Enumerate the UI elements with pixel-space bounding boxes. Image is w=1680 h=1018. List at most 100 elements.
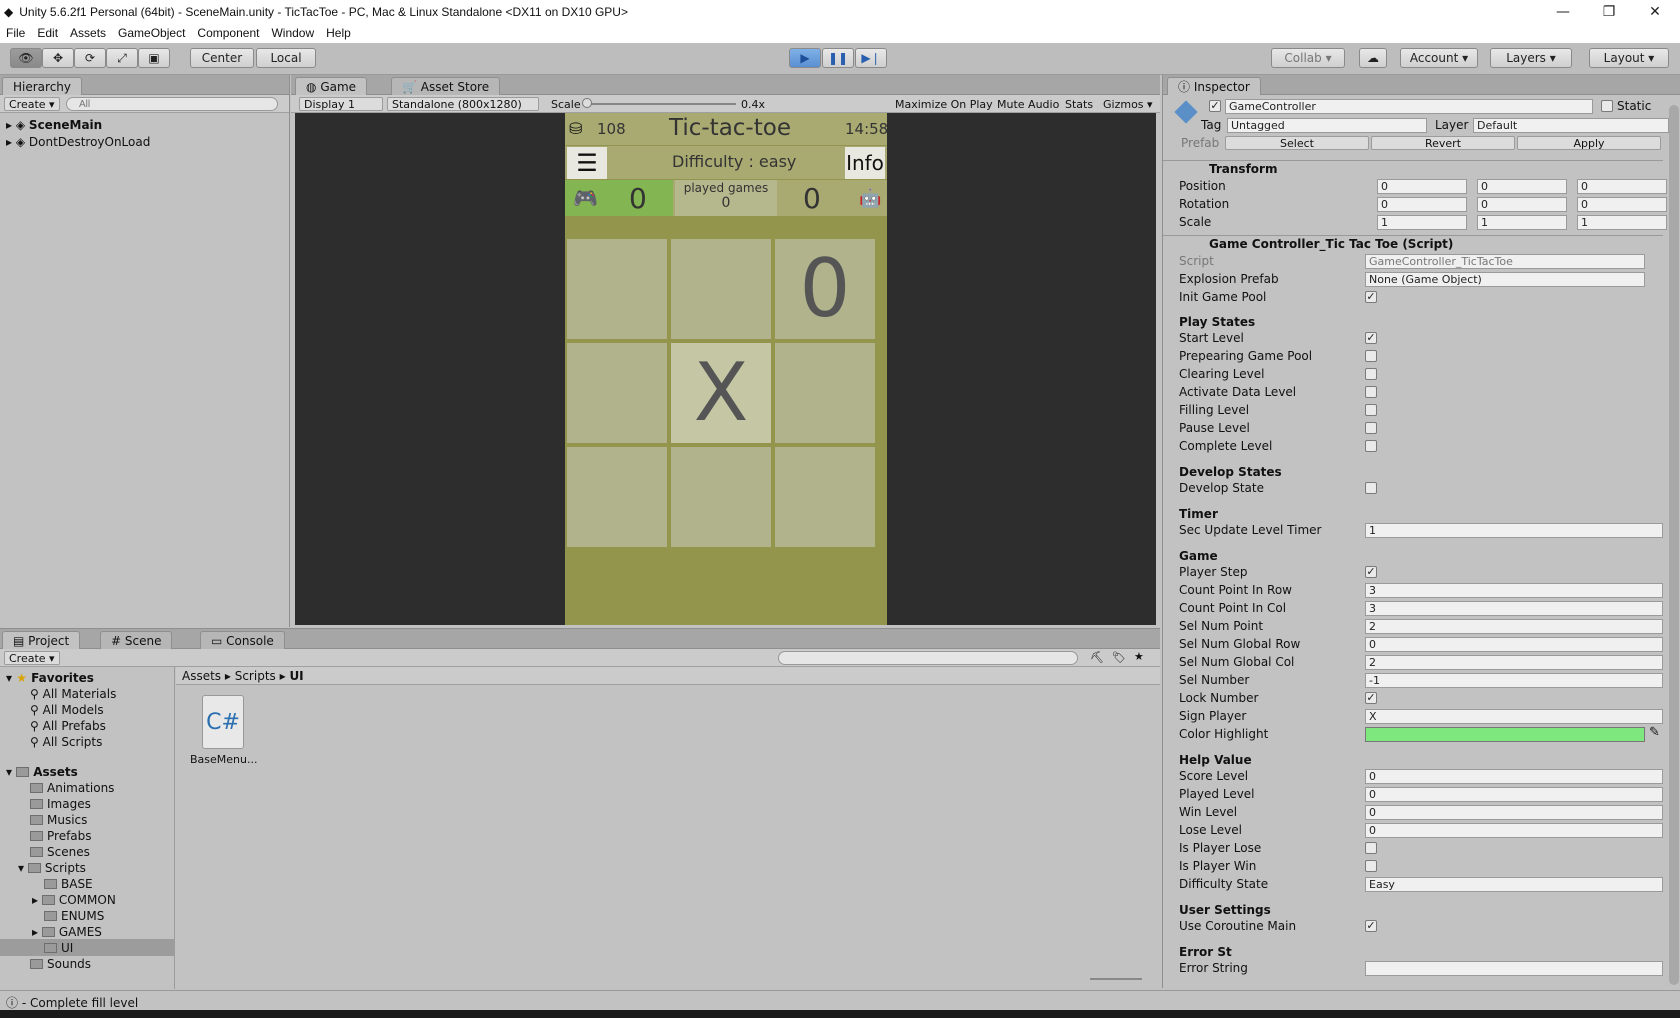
rotation-x-field[interactable]: 0 bbox=[1377, 197, 1467, 212]
collab-dropdown[interactable]: Collab ▾ bbox=[1271, 48, 1345, 68]
tab-game[interactable]: ◍ Game bbox=[295, 77, 368, 95]
board-cell[interactable] bbox=[567, 447, 667, 547]
menu-component[interactable]: Component bbox=[191, 26, 265, 40]
folder-item[interactable]: Images bbox=[30, 795, 91, 812]
board-cell[interactable] bbox=[775, 447, 875, 547]
favorite-item[interactable]: ⚲ All Prefabs bbox=[30, 717, 106, 734]
scale-x-field[interactable]: 1 bbox=[1377, 215, 1467, 230]
scale-tool-button[interactable]: ⤢ bbox=[106, 48, 138, 68]
is-player-win-checkbox[interactable] bbox=[1365, 860, 1377, 872]
play-state-checkbox[interactable] bbox=[1365, 368, 1377, 380]
board-cell[interactable] bbox=[567, 239, 667, 339]
asset-item[interactable]: C# BaseMenu... bbox=[190, 695, 257, 766]
resolution-dropdown[interactable]: Standalone (800x1280) bbox=[387, 97, 539, 111]
tab-hierarchy[interactable]: Hierarchy bbox=[2, 77, 83, 95]
folder-item[interactable]: Prefabs bbox=[30, 827, 92, 844]
scale-y-field[interactable]: 1 bbox=[1477, 215, 1567, 230]
menu-gameobject[interactable]: GameObject bbox=[112, 26, 191, 40]
layout-dropdown[interactable]: Layout ▾ bbox=[1589, 48, 1669, 68]
eyedropper-icon[interactable]: ✎ bbox=[1649, 725, 1660, 740]
sel-num-point-field[interactable]: 2 bbox=[1365, 619, 1663, 634]
error-string-field[interactable] bbox=[1365, 961, 1663, 976]
menu-button[interactable]: ☰ bbox=[567, 147, 607, 179]
folder-item[interactable]: ▾ Scripts bbox=[18, 859, 86, 876]
folder-item[interactable]: Sounds bbox=[30, 955, 91, 972]
breadcrumb-item[interactable]: Assets bbox=[182, 669, 221, 683]
develop-state-checkbox[interactable] bbox=[1365, 482, 1377, 494]
step-button[interactable]: ▶❘ bbox=[855, 48, 887, 68]
folder-item[interactable]: Scenes bbox=[30, 843, 90, 860]
sel-number-field[interactable]: -1 bbox=[1365, 673, 1663, 688]
play-button[interactable]: ▶ bbox=[789, 48, 821, 68]
cloud-button[interactable]: ☁ bbox=[1359, 48, 1387, 68]
menu-file[interactable]: File bbox=[0, 26, 31, 40]
play-state-checkbox[interactable]: ✓ bbox=[1365, 332, 1377, 344]
menu-assets[interactable]: Assets bbox=[64, 26, 112, 40]
pivot-local-button[interactable]: Local bbox=[256, 48, 316, 68]
close-button[interactable]: ✕ bbox=[1632, 0, 1678, 23]
view-tool-button[interactable]: 👁 bbox=[10, 48, 42, 68]
sel-num-global-col-field[interactable]: 2 bbox=[1365, 655, 1663, 670]
layers-dropdown[interactable]: Layers ▾ bbox=[1490, 48, 1572, 68]
pause-button[interactable]: ❚❚ bbox=[822, 48, 854, 68]
favorite-star-icon[interactable]: ★ bbox=[1134, 650, 1144, 663]
rect-tool-button[interactable]: ▣ bbox=[138, 48, 170, 68]
sign-player-field[interactable]: X bbox=[1365, 709, 1663, 724]
menu-edit[interactable]: Edit bbox=[31, 26, 64, 40]
project-search-input[interactable] bbox=[778, 651, 1078, 665]
board-cell[interactable] bbox=[671, 239, 771, 339]
static-checkbox[interactable] bbox=[1601, 100, 1613, 112]
count-point-in-row-field[interactable]: 3 bbox=[1365, 583, 1663, 598]
prefab-select-button[interactable]: Select bbox=[1225, 136, 1369, 150]
lose-level-field[interactable]: 0 bbox=[1365, 823, 1663, 838]
played-level-field[interactable]: 0 bbox=[1365, 787, 1663, 802]
filter-type-icon[interactable]: ⛏ bbox=[1090, 651, 1104, 664]
project-create-button[interactable]: Create ▾ bbox=[4, 651, 60, 665]
play-state-checkbox[interactable] bbox=[1365, 386, 1377, 398]
favorites-header[interactable]: ▾ ★ Favorites bbox=[6, 669, 94, 686]
maximize-on-play-toggle[interactable]: Maximize On Play bbox=[891, 97, 997, 111]
play-state-checkbox[interactable] bbox=[1365, 404, 1377, 416]
hierarchy-item[interactable]: ▸ ◈ DontDestroyOnLoad bbox=[6, 133, 150, 150]
play-state-checkbox[interactable] bbox=[1365, 422, 1377, 434]
mute-audio-toggle[interactable]: Mute Audio bbox=[993, 97, 1063, 111]
script-component-header[interactable]: Game Controller_Tic Tac Toe (Script) bbox=[1163, 235, 1663, 253]
gameobject-name-field[interactable]: GameController bbox=[1225, 99, 1593, 114]
position-z-field[interactable]: 0 bbox=[1577, 179, 1667, 194]
init-game-pool-checkbox[interactable]: ✓ bbox=[1365, 291, 1377, 303]
position-x-field[interactable]: 0 bbox=[1377, 179, 1467, 194]
favorite-item[interactable]: ⚲ All Materials bbox=[30, 685, 116, 702]
play-state-checkbox[interactable] bbox=[1365, 440, 1377, 452]
display-dropdown[interactable]: Display 1 bbox=[299, 97, 383, 111]
breadcrumb-item[interactable]: UI bbox=[289, 669, 303, 683]
favorite-item[interactable]: ⚲ All Models bbox=[30, 701, 104, 718]
folder-item[interactable]: ENUMS bbox=[44, 907, 104, 924]
board-cell[interactable] bbox=[567, 343, 667, 443]
explosion-prefab-field[interactable]: None (Game Object) bbox=[1365, 272, 1645, 287]
script-field[interactable]: GameController_TicTacToe bbox=[1365, 254, 1645, 269]
menu-window[interactable]: Window bbox=[265, 26, 320, 40]
rotation-z-field[interactable]: 0 bbox=[1577, 197, 1667, 212]
prefab-revert-button[interactable]: Revert bbox=[1371, 136, 1515, 150]
pivot-center-button[interactable]: Center bbox=[190, 48, 254, 68]
layer-dropdown[interactable]: Default bbox=[1473, 118, 1669, 133]
game-viewport[interactable]: ⛁ 108 Tic-tac-toe 14:58 ☰ Difficulty : e… bbox=[295, 113, 1156, 625]
color-highlight-swatch[interactable] bbox=[1365, 727, 1645, 742]
filter-label-icon[interactable]: 🏷 bbox=[1112, 651, 1126, 664]
hierarchy-create-button[interactable]: Create ▾ bbox=[4, 97, 60, 111]
timer-field[interactable]: 1 bbox=[1365, 523, 1663, 538]
rotate-tool-button[interactable]: ⟳ bbox=[74, 48, 106, 68]
position-y-field[interactable]: 0 bbox=[1477, 179, 1567, 194]
lock-number-checkbox[interactable]: ✓ bbox=[1365, 692, 1377, 704]
transform-header[interactable]: Transform bbox=[1163, 160, 1663, 178]
difficulty-state-dropdown[interactable]: Easy bbox=[1365, 877, 1663, 892]
folder-item[interactable]: Animations bbox=[30, 779, 114, 796]
count-point-in-col-field[interactable]: 3 bbox=[1365, 601, 1663, 616]
maximize-button[interactable]: ❐ bbox=[1586, 0, 1632, 23]
board-cell[interactable] bbox=[671, 447, 771, 547]
use-coroutine-checkbox[interactable]: ✓ bbox=[1365, 920, 1377, 932]
active-checkbox[interactable]: ✓ bbox=[1209, 100, 1221, 112]
prefab-apply-button[interactable]: Apply bbox=[1517, 136, 1661, 150]
assets-header[interactable]: ▾ Assets bbox=[6, 763, 78, 780]
gizmos-dropdown[interactable]: Gizmos ▾ bbox=[1099, 97, 1157, 111]
